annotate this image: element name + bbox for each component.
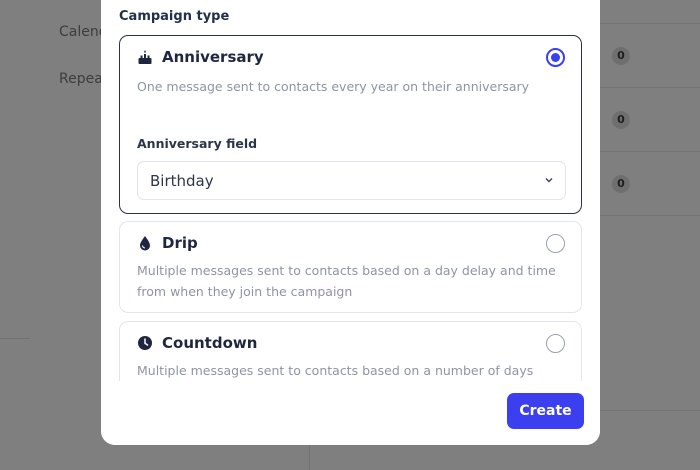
countdown-radio[interactable] bbox=[546, 334, 565, 353]
chevron-down-icon bbox=[545, 178, 553, 183]
modal-footer: Create bbox=[101, 381, 600, 445]
background-label-repeat: Repea bbox=[59, 71, 103, 87]
create-campaign-modal: Campaign type Anniversary One message se… bbox=[101, 0, 600, 445]
option-name: Countdown bbox=[162, 334, 258, 352]
campaign-option-anniversary[interactable]: Anniversary One message sent to contacts… bbox=[119, 35, 582, 214]
anniversary-field-select[interactable]: Birthday bbox=[137, 161, 566, 200]
drip-radio[interactable] bbox=[546, 234, 565, 253]
option-description: Multiple messages sent to contacts based… bbox=[137, 263, 556, 299]
create-button[interactable]: Create bbox=[507, 393, 584, 429]
option-name: Anniversary bbox=[162, 48, 264, 66]
option-name: Drip bbox=[162, 234, 198, 252]
anniversary-radio[interactable] bbox=[546, 48, 565, 67]
option-description: Multiple messages sent to contacts based… bbox=[137, 363, 534, 378]
campaign-option-countdown[interactable]: Countdown Multiple messages sent to cont… bbox=[119, 321, 582, 381]
background-count-badge: 0 bbox=[612, 111, 630, 129]
clock-icon bbox=[138, 336, 152, 350]
campaign-type-heading: Campaign type bbox=[119, 9, 230, 24]
campaign-type-scroll-area[interactable]: Campaign type Anniversary One message se… bbox=[101, 0, 600, 381]
anniversary-field-value: Birthday bbox=[150, 172, 214, 190]
cake-icon bbox=[138, 50, 152, 64]
background-divider bbox=[0, 338, 30, 339]
anniversary-field-label: Anniversary field bbox=[137, 136, 258, 151]
drop-icon bbox=[140, 236, 150, 251]
background-count-badge: 0 bbox=[612, 175, 630, 193]
campaign-option-drip[interactable]: Drip Multiple messages sent to contacts … bbox=[119, 221, 582, 313]
option-description: One message sent to contacts every year … bbox=[137, 79, 530, 94]
background-count-badge: 0 bbox=[612, 47, 630, 65]
